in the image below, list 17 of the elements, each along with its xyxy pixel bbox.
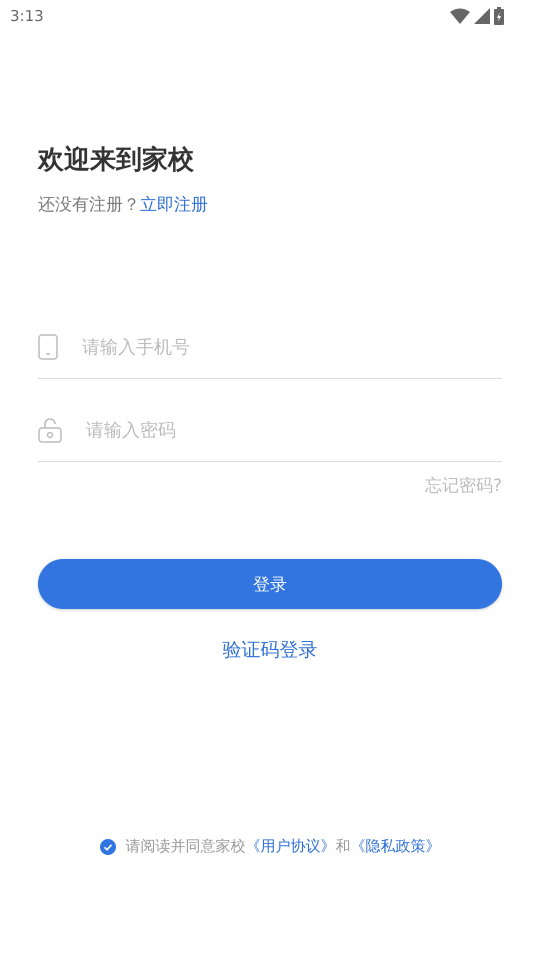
battery-icon (494, 7, 504, 25)
welcome-title: 欢迎来到家校 (38, 144, 195, 177)
login-button[interactable]: 登录 (38, 559, 502, 609)
agreement-text: 请阅读并同意家校《用户协议》和《隐私政策》 (126, 837, 440, 856)
register-prompt: 还没有注册？ (38, 194, 140, 216)
lock-icon (38, 417, 62, 443)
agreement-link[interactable]: 《隐私政策》 (350, 837, 440, 855)
password-field[interactable]: 请输入密码 (86, 420, 502, 440)
agreement-link[interactable]: 《用户协议》 (246, 837, 336, 855)
agree-checkbox[interactable] (100, 838, 116, 854)
register-link[interactable]: 立即注册 (140, 193, 208, 216)
sms-login-link[interactable]: 验证码登录 (222, 637, 318, 663)
phone-field[interactable]: 请输入手机号 (82, 336, 502, 358)
phone-icon (38, 334, 58, 360)
signal-icon (474, 8, 490, 24)
status-time: 3:13 (10, 7, 44, 25)
wifi-icon (450, 8, 470, 24)
